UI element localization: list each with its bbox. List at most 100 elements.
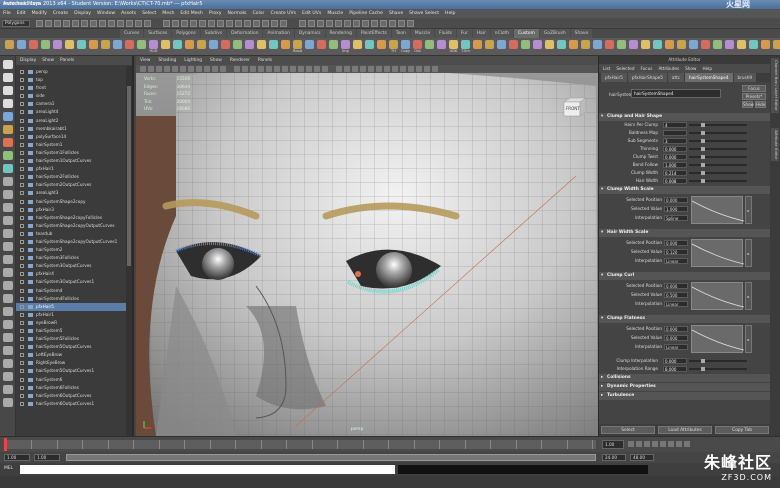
attribute-value-field[interactable]: 0.000 <box>663 146 687 152</box>
outliner-item[interactable]: front <box>16 84 126 92</box>
menu-create-uvs[interactable]: Create UVs <box>270 9 296 18</box>
expand-icon[interactable] <box>20 223 24 228</box>
attribute-menu-selected[interactable]: Selected <box>616 64 634 73</box>
outliner-item[interactable]: hairSystem6OutputCurves <box>16 392 126 400</box>
expand-icon[interactable] <box>20 118 24 123</box>
viewport-tool-icon[interactable] <box>258 66 264 72</box>
attribute-slider[interactable] <box>689 155 747 159</box>
toolbox-tool-icon[interactable] <box>3 125 13 134</box>
shelf-tool-icon[interactable] <box>376 40 387 54</box>
time-slider[interactable]: 1.00 <box>0 436 780 452</box>
expand-icon[interactable] <box>20 70 24 74</box>
expand-icon[interactable] <box>20 256 24 261</box>
attribute-slider[interactable] <box>689 367 747 371</box>
attribute-menu-show[interactable]: Show <box>685 64 696 73</box>
menu-file[interactable]: File <box>3 9 11 18</box>
playback-button-icon[interactable] <box>684 441 690 447</box>
status-tool-icon[interactable] <box>144 20 151 27</box>
status-tool-icon[interactable] <box>308 20 315 27</box>
playback-end-field[interactable]: 24.00 <box>602 454 626 461</box>
menu-help[interactable]: Help <box>445 9 455 18</box>
expand-icon[interactable] <box>20 369 24 374</box>
shelf-tool-icon[interactable] <box>748 40 759 54</box>
attribute-value-field[interactable]: 0.000 <box>663 154 687 160</box>
shelf-tab-curves[interactable]: Curves <box>120 29 144 38</box>
toolbox-tool-icon[interactable] <box>3 164 13 173</box>
outliner-menu-show[interactable]: Show <box>42 56 54 65</box>
outliner-item[interactable]: areaLight3 <box>16 189 126 197</box>
expand-icon[interactable] <box>20 102 24 107</box>
outliner-item[interactable]: hairSystemShape2copyOutputCurves1 <box>16 238 126 246</box>
viewport-menu-view[interactable]: View <box>140 56 150 65</box>
shelf-tab-gozbrush[interactable]: GoZBrush <box>539 29 570 38</box>
ramp-graph[interactable] <box>691 325 745 353</box>
viewport-tool-icon[interactable] <box>376 66 382 72</box>
toolbox-tool-icon[interactable] <box>3 203 13 212</box>
attribute-value-field[interactable]: 0.000 <box>664 326 688 332</box>
shelf-tab-custom[interactable]: Custom <box>514 29 539 38</box>
expand-icon[interactable] <box>20 183 24 188</box>
playback-button-icon[interactable] <box>644 441 650 447</box>
side-tab-attribute-editor[interactable]: Attribute Editor <box>771 128 779 162</box>
menu-modify[interactable]: Modify <box>32 9 47 18</box>
playback-button-icon[interactable] <box>668 441 674 447</box>
expand-icon[interactable] <box>20 110 24 115</box>
animation-start-field[interactable]: 1.00 <box>4 454 30 461</box>
shelf-tool-icon[interactable] <box>352 40 363 54</box>
attribute-value-field[interactable]: 0.500 <box>664 292 688 298</box>
attribute-value-field[interactable]: 0.214 <box>663 170 687 176</box>
toolbox-tool-icon[interactable] <box>3 73 13 82</box>
attribute-value-field[interactable]: 0.000 <box>664 197 688 203</box>
shelf-tool-icon[interactable] <box>688 40 699 54</box>
shelf-tool-icon[interactable] <box>700 40 711 54</box>
expand-icon[interactable] <box>20 215 24 220</box>
outliner-menu-display[interactable]: Display <box>20 56 36 65</box>
shelf-tool-icon[interactable] <box>208 40 219 54</box>
shelf-tab-deformation[interactable]: Deformation <box>227 29 263 38</box>
attribute-menu-help[interactable]: Help <box>702 64 712 73</box>
toolbox-tool-icon[interactable] <box>3 112 13 121</box>
attribute-value-field[interactable]: 0.000 <box>664 283 688 289</box>
show-button[interactable]: Show <box>742 101 754 108</box>
status-tool-icon[interactable] <box>317 20 324 27</box>
viewport-tool-icon[interactable] <box>322 66 328 72</box>
toolbox-tool-icon[interactable] <box>3 398 13 407</box>
outliner-item[interactable]: hairSystem3Follicles <box>16 254 126 262</box>
menu-display[interactable]: Display <box>74 9 91 18</box>
shelf-tool-icon[interactable] <box>712 40 723 54</box>
shelf-tab-surfaces[interactable]: Surfaces <box>144 29 172 38</box>
toolbox-tool-icon[interactable] <box>3 190 13 199</box>
expand-icon[interactable] <box>20 159 24 164</box>
shelf-tool-icon[interactable] <box>220 40 231 54</box>
toolbox-tool-icon[interactable] <box>3 138 13 147</box>
ramp-expand-button[interactable]: ▸ <box>745 282 752 310</box>
playback-button-icon[interactable] <box>628 441 634 447</box>
expand-icon[interactable] <box>20 264 24 269</box>
status-tool-icon[interactable] <box>126 20 133 27</box>
expand-icon[interactable] <box>20 248 24 253</box>
toolbox-tool-icon[interactable] <box>3 242 13 251</box>
expand-icon[interactable] <box>20 304 24 309</box>
menu-mesh[interactable]: Mesh <box>162 9 174 18</box>
outliner-item[interactable]: hairSystemShape2copyOutputCurves <box>16 222 126 230</box>
viewport-tool-icon[interactable] <box>306 66 312 72</box>
attribute-tab-pfxhairshape5[interactable]: pfxHairShape5 <box>627 73 667 82</box>
status-tool-icon[interactable] <box>72 20 79 27</box>
shelf-tool-icon[interactable] <box>520 40 531 54</box>
outliner-item[interactable]: polySurface14 <box>16 133 126 141</box>
shelf-tool-icon[interactable] <box>16 40 27 54</box>
expand-icon[interactable] <box>20 377 24 382</box>
expand-icon[interactable] <box>20 312 24 317</box>
expand-icon[interactable] <box>20 320 24 325</box>
shelf-tab-muscle[interactable]: Muscle <box>410 29 435 38</box>
viewport-panel[interactable]: View Shading Lighting Show Renderer Panels <box>136 56 598 436</box>
viewport-tool-icon[interactable] <box>290 66 296 72</box>
viewport-tool-icon[interactable] <box>408 66 414 72</box>
shelf-tool-icon[interactable] <box>124 40 135 54</box>
outliner-item[interactable]: membkairabt1 <box>16 125 126 133</box>
outliner-item[interactable]: hairSystem3OutputCurves <box>16 262 126 270</box>
outliner-item[interactable]: hairSystem2 <box>16 246 126 254</box>
outliner-item[interactable]: pfxHair4 <box>16 270 126 278</box>
toolbox-tool-icon[interactable] <box>3 359 13 368</box>
attribute-menu-focus[interactable]: Focus <box>640 64 652 73</box>
